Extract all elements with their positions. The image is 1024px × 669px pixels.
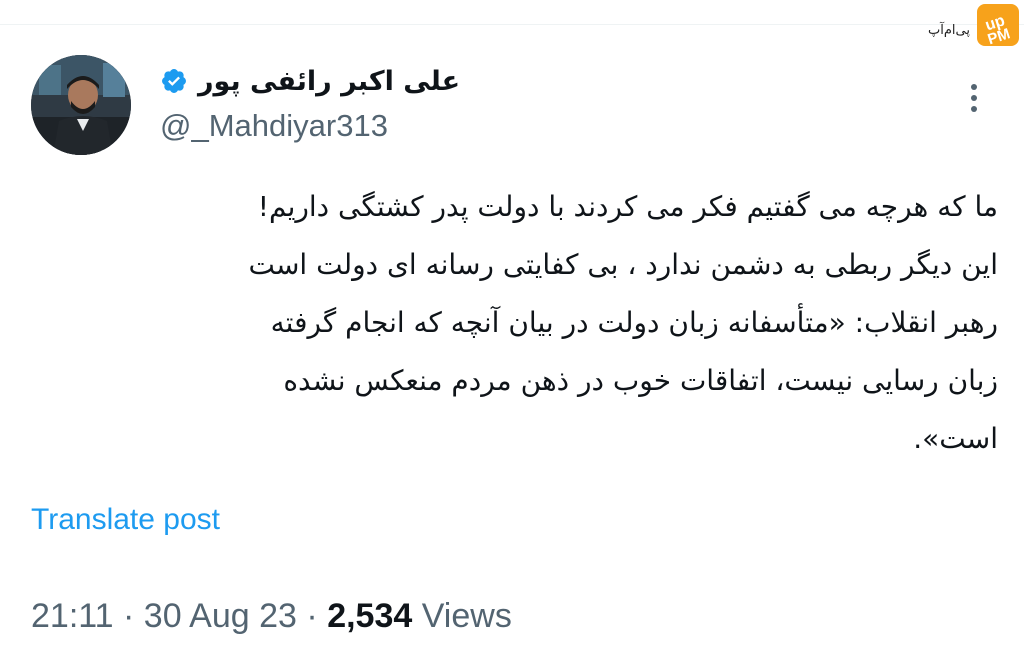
avatar[interactable] — [31, 55, 131, 155]
tweet-date[interactable]: 30 Aug 23 — [144, 597, 297, 635]
more-vertical-icon — [971, 95, 977, 101]
tweet-text-line: زبان رسایی نیست، اتفاقات خوب در ذهن مردم… — [283, 364, 998, 397]
author-display-name: علی اکبر رائفی پور — [198, 65, 461, 97]
tweet-text-line: است». — [913, 422, 998, 455]
tweet-meta: 21:11 · 30 Aug 23 · 2,534 Views — [31, 597, 512, 636]
pmup-logo-icon: up PM — [977, 4, 1019, 47]
tweet-frame: پی‌ام‌آپ up PM علی اکبر رائفی پور @_ — [0, 0, 1024, 669]
author-name-row[interactable]: علی اکبر رائفی پور — [160, 60, 460, 102]
tweet-text-line: این دیگر ربطی به دشمن ندارد ، بی کفایتی … — [248, 248, 998, 281]
meta-separator: · — [306, 597, 318, 635]
watermark: پی‌ام‌آپ up PM — [928, 3, 1020, 47]
meta-separator: · — [123, 597, 135, 635]
top-divider — [0, 24, 1024, 25]
translate-post-link[interactable]: Translate post — [31, 503, 220, 537]
more-options-button[interactable] — [958, 78, 990, 118]
views-count[interactable]: 2,534 — [327, 597, 412, 635]
views-label: Views — [421, 597, 512, 635]
author-handle[interactable]: @_Mahdiyar313 — [160, 108, 388, 144]
verified-badge-icon — [162, 69, 186, 93]
more-vertical-icon — [971, 84, 977, 90]
tweet-text-line: ما که هرچه می گفتیم فکر می کردند با دولت… — [257, 190, 998, 223]
tweet-text: ما که هرچه می گفتیم فکر می کردند با دولت… — [26, 178, 998, 468]
tweet-time[interactable]: 21:11 — [31, 597, 114, 635]
watermark-text: پی‌ام‌آپ — [928, 22, 970, 38]
more-vertical-icon — [971, 106, 977, 112]
profile-photo — [31, 55, 131, 155]
tweet-text-line: رهبر انقلاب: «متأسفانه زبان دولت در بیان… — [270, 306, 998, 339]
